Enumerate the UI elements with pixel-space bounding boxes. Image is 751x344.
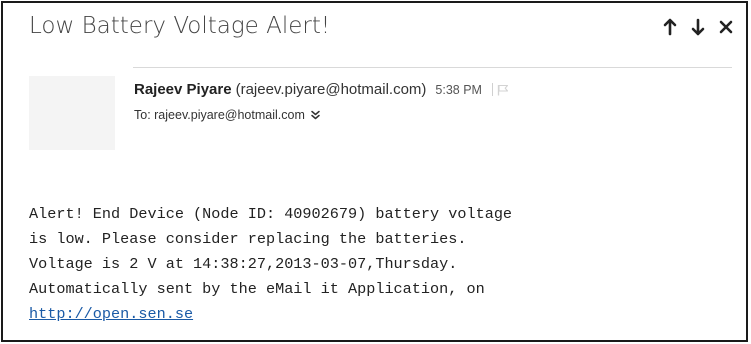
close-icon[interactable] [718,17,734,37]
body-line: Voltage is 2 V at 14:38:27,2013-03-07,Th… [29,255,458,273]
sender-line: Rajeev Piyare (rajeev.piyare@hotmail.com… [134,81,509,98]
sender-name[interactable]: Rajeev Piyare [134,81,232,98]
body-link[interactable]: http://open.sen.se [29,302,193,327]
message-window: Low Battery Voltage Alert! Rajeev Piyare… [1,1,748,342]
message-navigation [662,17,734,37]
flag-separator [491,83,493,96]
sender-avatar [29,76,115,150]
message-subject: Low Battery Voltage Alert! [29,13,331,39]
header-divider [133,67,732,68]
body-line: Alert! End Device (Node ID: 40902679) ba… [29,205,513,223]
arrow-up-icon[interactable] [662,17,678,37]
sent-time: 5:38 PM [435,83,482,97]
recipient-line: To: rajeev.piyare@hotmail.com [134,108,320,122]
recipient-text: To: rajeev.piyare@hotmail.com [134,108,305,122]
flag-icon[interactable] [497,84,509,96]
sender-email[interactable]: (rajeev.piyare@hotmail.com) [236,81,427,98]
body-line: Automatically sent by the eMail it Appli… [29,280,485,298]
message-body: Alert! End Device (Node ID: 40902679) ba… [29,202,744,327]
double-chevron-down-icon[interactable] [311,110,320,120]
arrow-down-icon[interactable] [690,17,706,37]
body-line: is low. Please consider replacing the ba… [29,230,467,248]
